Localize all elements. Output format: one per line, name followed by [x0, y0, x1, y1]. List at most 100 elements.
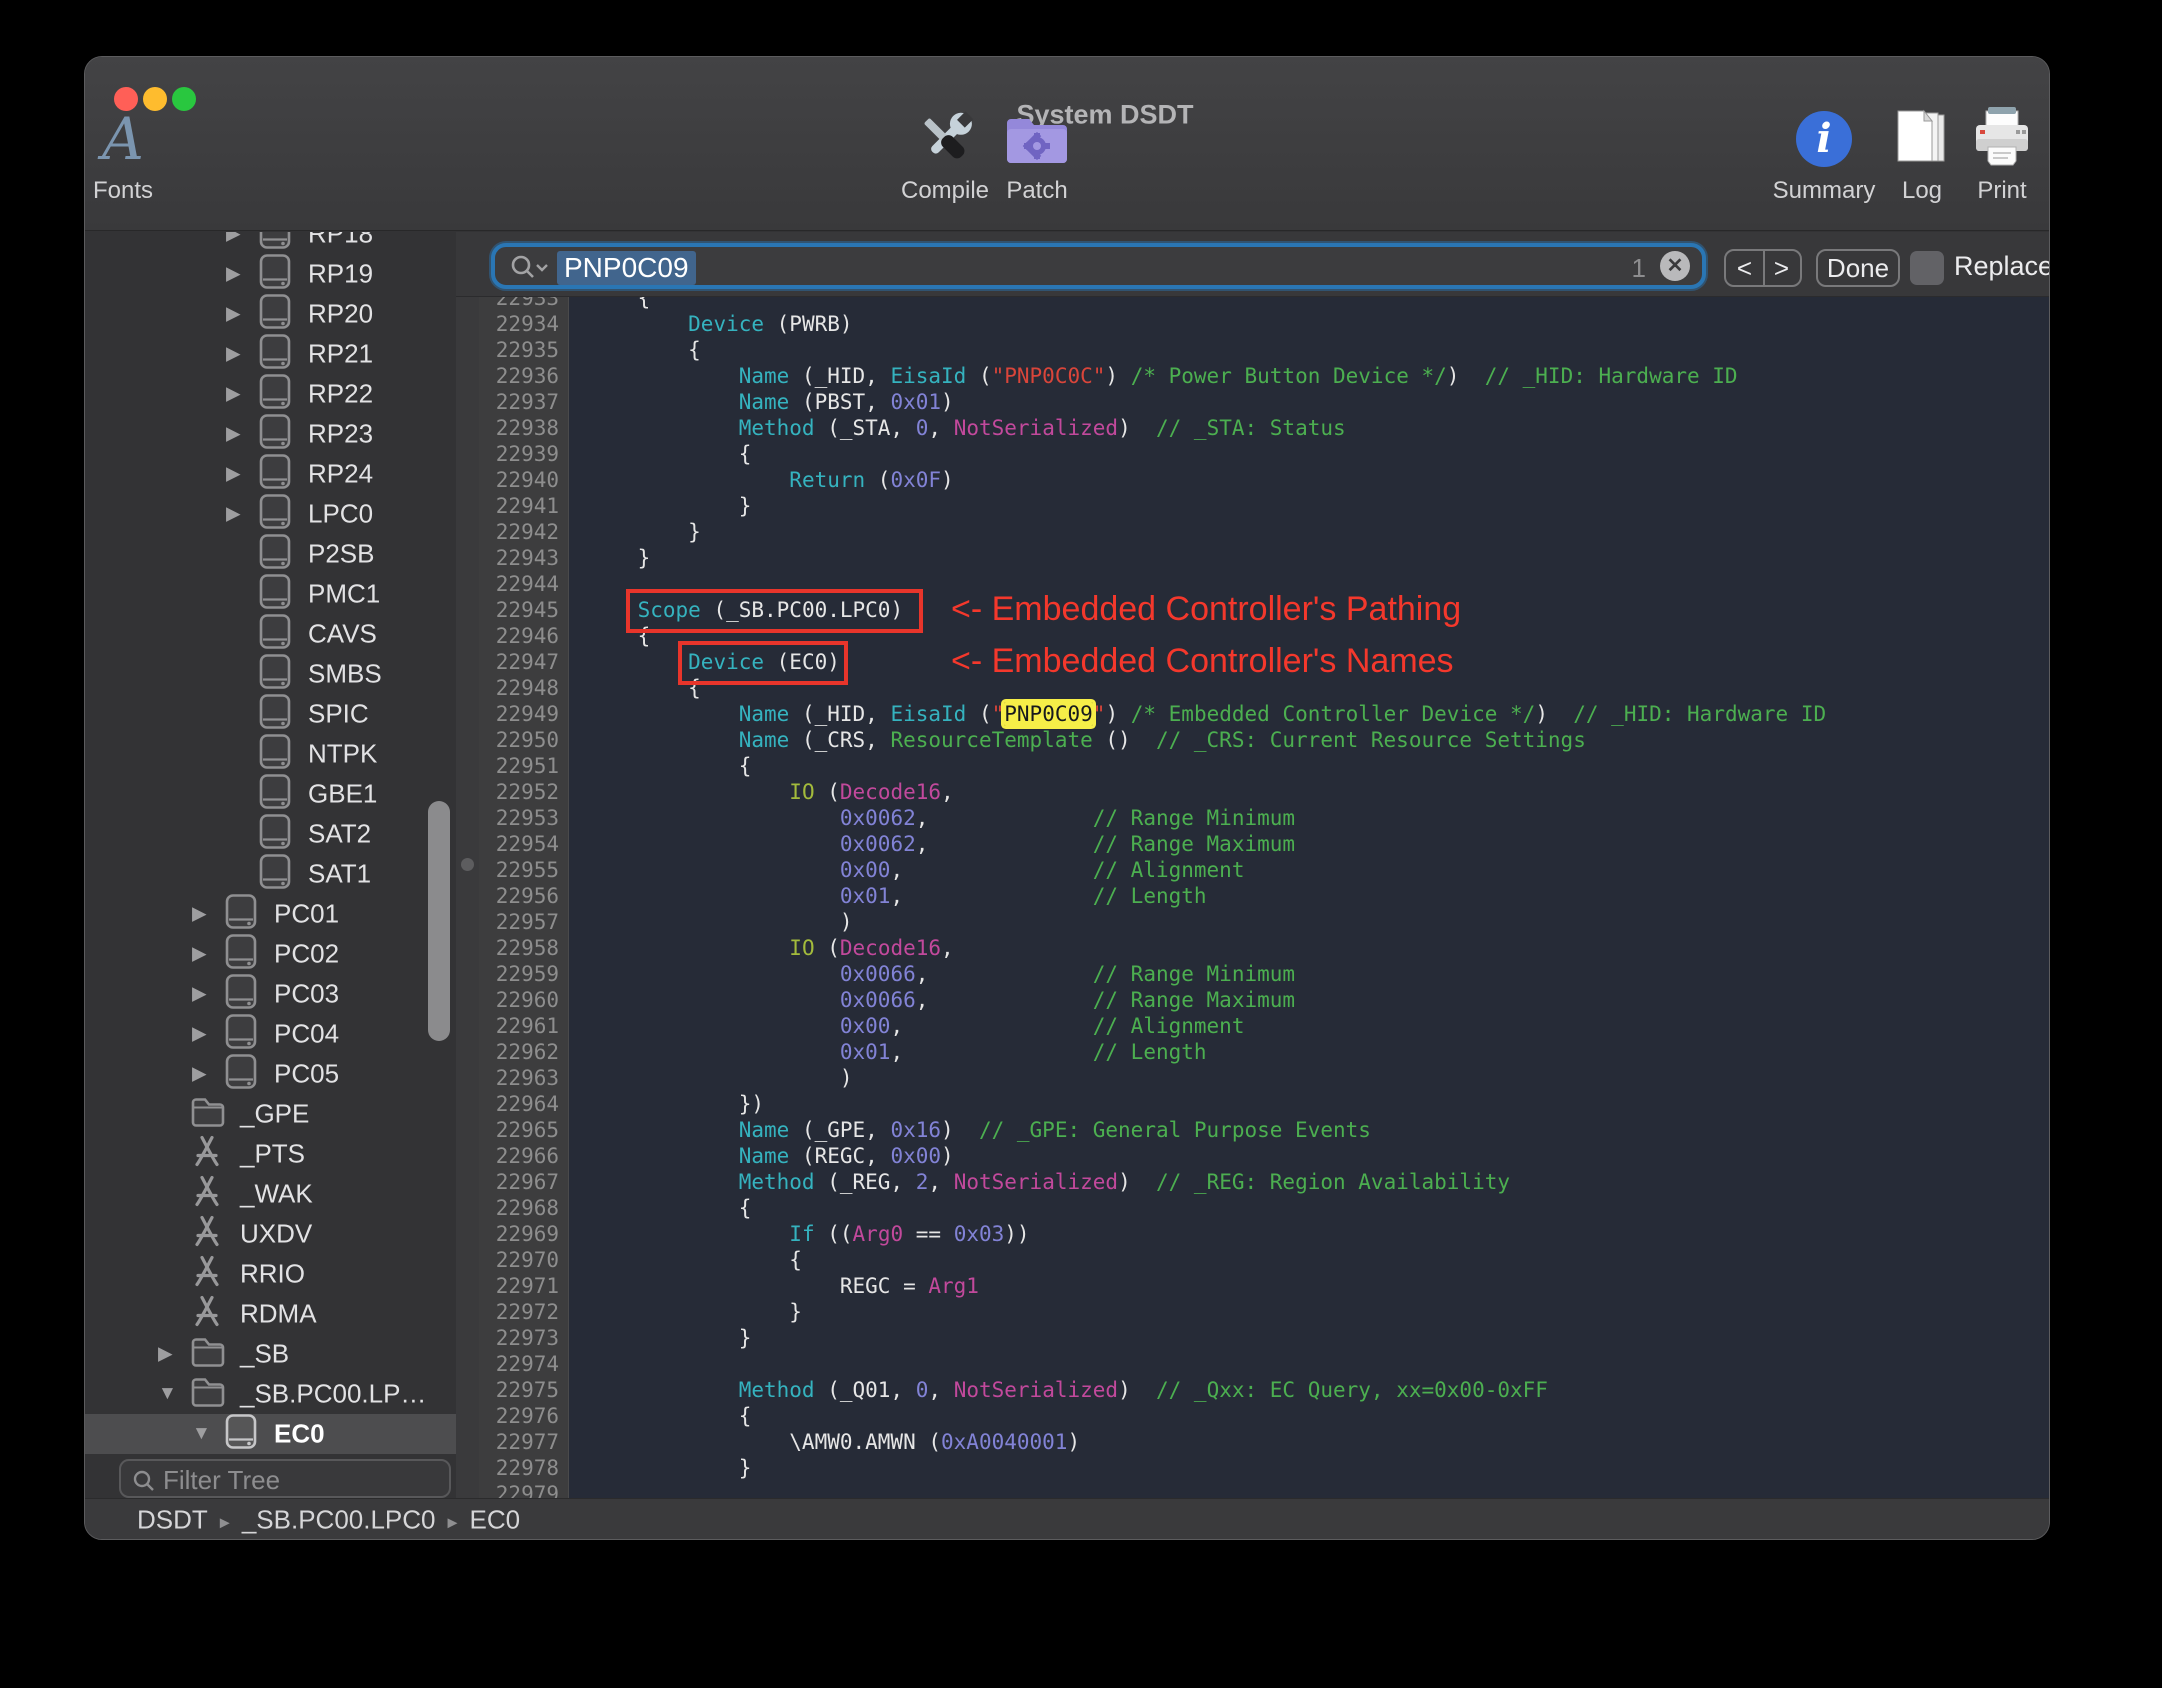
sidebar-item-pc01[interactable]: ▶ PC01	[85, 894, 456, 934]
code-line[interactable]: 22935 {	[479, 337, 2049, 363]
sidebar-item-gpe[interactable]: _GPE	[85, 1094, 456, 1134]
search-input[interactable]: PNP0C09 1 ✕	[491, 243, 1706, 289]
code-line[interactable]: 22937 Name (PBST, 0x01)	[479, 389, 2049, 415]
code-line[interactable]: 22962 0x01, // Length	[479, 1039, 2049, 1065]
sidebar-item-p2sb[interactable]: P2SB	[85, 534, 456, 574]
disclosure-collapsed-icon[interactable]: ▶	[226, 423, 241, 446]
code-line[interactable]: 22968 {	[479, 1195, 2049, 1221]
disclosure-collapsed-icon[interactable]: ▶	[192, 1063, 207, 1086]
disclosure-collapsed-icon[interactable]: ▶	[226, 303, 241, 326]
breadcrumb-segment[interactable]: _SB.PC00.LPC0	[242, 1505, 436, 1535]
disclosure-collapsed-icon[interactable]: ▶	[226, 343, 241, 366]
code-line[interactable]: 22961 0x00, // Alignment	[479, 1013, 2049, 1039]
sidebar-item-sb[interactable]: ▶ _SB	[85, 1334, 456, 1374]
disclosure-collapsed-icon[interactable]: ▶	[192, 1023, 207, 1046]
code-line[interactable]: 22943 }	[479, 545, 2049, 571]
pane-splitter[interactable]	[456, 232, 479, 1498]
sidebar-item-spic[interactable]: SPIC	[85, 694, 456, 734]
code-line[interactable]: 22960 0x0066, // Range Maximum	[479, 987, 2049, 1013]
filter-tree-input[interactable]: Filter Tree	[119, 1459, 451, 1498]
breadcrumb-segment[interactable]: DSDT	[137, 1505, 208, 1535]
code-line[interactable]: 22967 Method (_REG, 2, NotSerialized) //…	[479, 1169, 2049, 1195]
find-next-button[interactable]: >	[1763, 251, 1800, 285]
code-line[interactable]: 22941 }	[479, 493, 2049, 519]
sidebar-item-rp22[interactable]: ▶ RP22	[85, 374, 456, 414]
code-line[interactable]: 22940 Return (0x0F)	[479, 467, 2049, 493]
code-line[interactable]: 22969 If ((Arg0 == 0x03))	[479, 1221, 2049, 1247]
code-line[interactable]: 22978 }	[479, 1455, 2049, 1481]
disclosure-collapsed-icon[interactable]: ▶	[226, 232, 241, 246]
code-line[interactable]: 22973 }	[479, 1325, 2049, 1351]
code-line[interactable]: 22963 )	[479, 1065, 2049, 1091]
sidebar-item-smbs[interactable]: SMBS	[85, 654, 456, 694]
code-line[interactable]: 22942 }	[479, 519, 2049, 545]
disclosure-collapsed-icon[interactable]: ▶	[226, 263, 241, 286]
code-line[interactable]: 22956 0x01, // Length	[479, 883, 2049, 909]
code-line[interactable]: 22939 {	[479, 441, 2049, 467]
sidebar-item-pts[interactable]: _PTS	[85, 1134, 456, 1174]
code-line[interactable]: 22938 Method (_STA, 0, NotSerialized) //…	[479, 415, 2049, 441]
code-line[interactable]: 22964 })	[479, 1091, 2049, 1117]
code-line[interactable]: 22974	[479, 1351, 2049, 1377]
disclosure-collapsed-icon[interactable]: ▶	[158, 1343, 173, 1366]
disclosure-collapsed-icon[interactable]: ▶	[192, 943, 207, 966]
sidebar-item-uxdv[interactable]: UXDV	[85, 1214, 456, 1254]
sidebar-item-ec0[interactable]: ▼ EC0	[85, 1414, 456, 1454]
code-line[interactable]: 22957 )	[479, 909, 2049, 935]
splitter-handle[interactable]	[461, 858, 474, 871]
sidebar-item-pc03[interactable]: ▶ PC03	[85, 974, 456, 1014]
code-line[interactable]: 22954 0x0062, // Range Maximum	[479, 831, 2049, 857]
code-line[interactable]: 22951 {	[479, 753, 2049, 779]
code-line[interactable]: 22976 {	[479, 1403, 2049, 1429]
code-line[interactable]: 22958 IO (Decode16,	[479, 935, 2049, 961]
sidebar-item-rp20[interactable]: ▶ RP20	[85, 294, 456, 334]
code-line[interactable]: 22950 Name (_CRS, ResourceTemplate () //…	[479, 727, 2049, 753]
disclosure-collapsed-icon[interactable]: ▶	[226, 383, 241, 406]
disclosure-expanded-icon[interactable]: ▼	[158, 1383, 177, 1405]
sidebar-item-rp21[interactable]: ▶ RP21	[85, 334, 456, 374]
sidebar-item-sat1[interactable]: SAT1	[85, 854, 456, 894]
code-line[interactable]: 22966 Name (REGC, 0x00)	[479, 1143, 2049, 1169]
disclosure-collapsed-icon[interactable]: ▶	[226, 503, 241, 526]
code-line[interactable]: 22971 REGC = Arg1	[479, 1273, 2049, 1299]
patch-button[interactable]: Patch	[977, 105, 1097, 205]
breadcrumb-segment[interactable]: EC0	[470, 1505, 521, 1535]
disclosure-collapsed-icon[interactable]: ▶	[192, 983, 207, 1006]
sidebar-item-rp24[interactable]: ▶ RP24	[85, 454, 456, 494]
code-line[interactable]: 22953 0x0062, // Range Minimum	[479, 805, 2049, 831]
sidebar-item-pmc1[interactable]: PMC1	[85, 574, 456, 614]
code-line[interactable]: 22965 Name (_GPE, 0x16) // _GPE: General…	[479, 1117, 2049, 1143]
code-line[interactable]: 22949 Name (_HID, EisaId ("PNP0C09") /* …	[479, 701, 2049, 727]
sidebar-item-wak[interactable]: _WAK	[85, 1174, 456, 1214]
sidebar-item-pc04[interactable]: ▶ PC04	[85, 1014, 456, 1054]
sidebar-item-rp18[interactable]: ▶ RP18	[85, 232, 456, 254]
sidebar-item-pc02[interactable]: ▶ PC02	[85, 934, 456, 974]
clear-search-icon[interactable]: ✕	[1660, 251, 1690, 281]
fonts-button[interactable]: A Fonts	[85, 105, 183, 205]
sidebar-scrollbar-thumb[interactable]	[428, 801, 450, 1041]
disclosure-expanded-icon[interactable]: ▼	[192, 1423, 211, 1445]
code-line[interactable]: 22972 }	[479, 1299, 2049, 1325]
disclosure-collapsed-icon[interactable]: ▶	[192, 903, 207, 926]
code-line[interactable]: 22952 IO (Decode16,	[479, 779, 2049, 805]
replace-checkbox[interactable]	[1910, 251, 1944, 285]
find-previous-button[interactable]: <	[1726, 251, 1763, 285]
sidebar-item-cavs[interactable]: CAVS	[85, 614, 456, 654]
code-line[interactable]: 22934 Device (PWRB)	[479, 311, 2049, 337]
sidebar-item-sbpc00lp[interactable]: ▼ _SB.PC00.LP…	[85, 1374, 456, 1414]
code-line[interactable]: 22936 Name (_HID, EisaId ("PNP0C0C") /* …	[479, 363, 2049, 389]
sidebar-item-pc05[interactable]: ▶ PC05	[85, 1054, 456, 1094]
code-line[interactable]: 22959 0x0066, // Range Minimum	[479, 961, 2049, 987]
sidebar-item-gbe1[interactable]: GBE1	[85, 774, 456, 814]
code-line[interactable]: 22977 \AMW0.AMWN (0xA0040001)	[479, 1429, 2049, 1455]
sidebar-item-ntpk[interactable]: NTPK	[85, 734, 456, 774]
sidebar-item-rp19[interactable]: ▶ RP19	[85, 254, 456, 294]
code-line[interactable]: 22970 {	[479, 1247, 2049, 1273]
sidebar-item-lpc0[interactable]: ▶ LPC0	[85, 494, 456, 534]
code-line[interactable]: 22979	[479, 1481, 2049, 1498]
code-editor-pane[interactable]: 22933 {22934 Device (PWRB) 22935 {22936 N…	[479, 232, 2049, 1498]
sidebar-item-rp23[interactable]: ▶ RP23	[85, 414, 456, 454]
done-button[interactable]: Done	[1816, 249, 1900, 287]
disclosure-collapsed-icon[interactable]: ▶	[226, 463, 241, 486]
print-button[interactable]: Print	[1942, 105, 2049, 205]
